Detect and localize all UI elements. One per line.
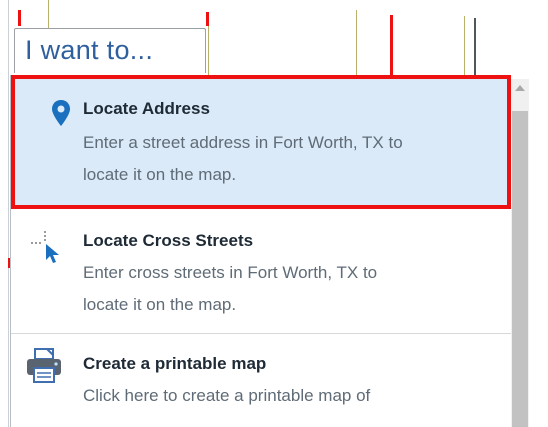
menu-item-description-line: locate it on the map. <box>83 165 237 184</box>
i-want-to-label: I want to... <box>25 35 154 65</box>
map-road-line <box>206 12 209 26</box>
printer-icon <box>27 348 61 383</box>
menu-item-description-line: locate it on the map. <box>83 295 237 314</box>
map-road-line <box>390 15 393 76</box>
map-road-line <box>18 10 21 26</box>
menu-item-description: Enter a street address in Fort Worth, TX… <box>83 127 503 191</box>
menu-item-create-printable-map[interactable]: Create a printable map Click here to cre… <box>11 334 511 427</box>
menu-item-description-line: Click here to create a printable map of <box>83 386 371 405</box>
crosshair-cursor-icon <box>31 231 59 263</box>
menu-item-description-line: Enter a street address in Fort Worth, TX… <box>83 133 403 152</box>
i-want-to-menu: Locate Address Enter a street address in… <box>10 75 531 427</box>
map-road-line <box>48 0 49 30</box>
map-road-line <box>208 26 209 76</box>
menu-item-description: Enter cross streets in Fort Worth, TX to… <box>83 257 503 321</box>
map-road-line <box>464 16 465 76</box>
scroll-up-arrow-icon[interactable] <box>515 85 525 91</box>
menu-item-title: Locate Address <box>83 99 210 118</box>
menu-item-locate-cross-streets[interactable]: Locate Cross Streets Enter cross streets… <box>11 209 511 333</box>
map-pin-icon <box>52 100 70 126</box>
menu-item-description: Click here to create a printable map of <box>83 380 503 412</box>
menu-item-title: Create a printable map <box>83 354 267 373</box>
menu-item-title: Locate Cross Streets <box>83 231 254 250</box>
map-road-line <box>356 10 357 76</box>
i-want-to-tab[interactable]: I want to... <box>14 28 206 73</box>
menu-item-description-line: Enter cross streets in Fort Worth, TX to <box>83 263 378 282</box>
scrollbar-thumb[interactable] <box>512 111 528 427</box>
map-road-line <box>8 0 9 427</box>
menu-item-locate-address[interactable]: Locate Address Enter a street address in… <box>11 75 511 209</box>
menu-scrollbar[interactable] <box>511 79 529 427</box>
map-road-line <box>474 18 476 76</box>
